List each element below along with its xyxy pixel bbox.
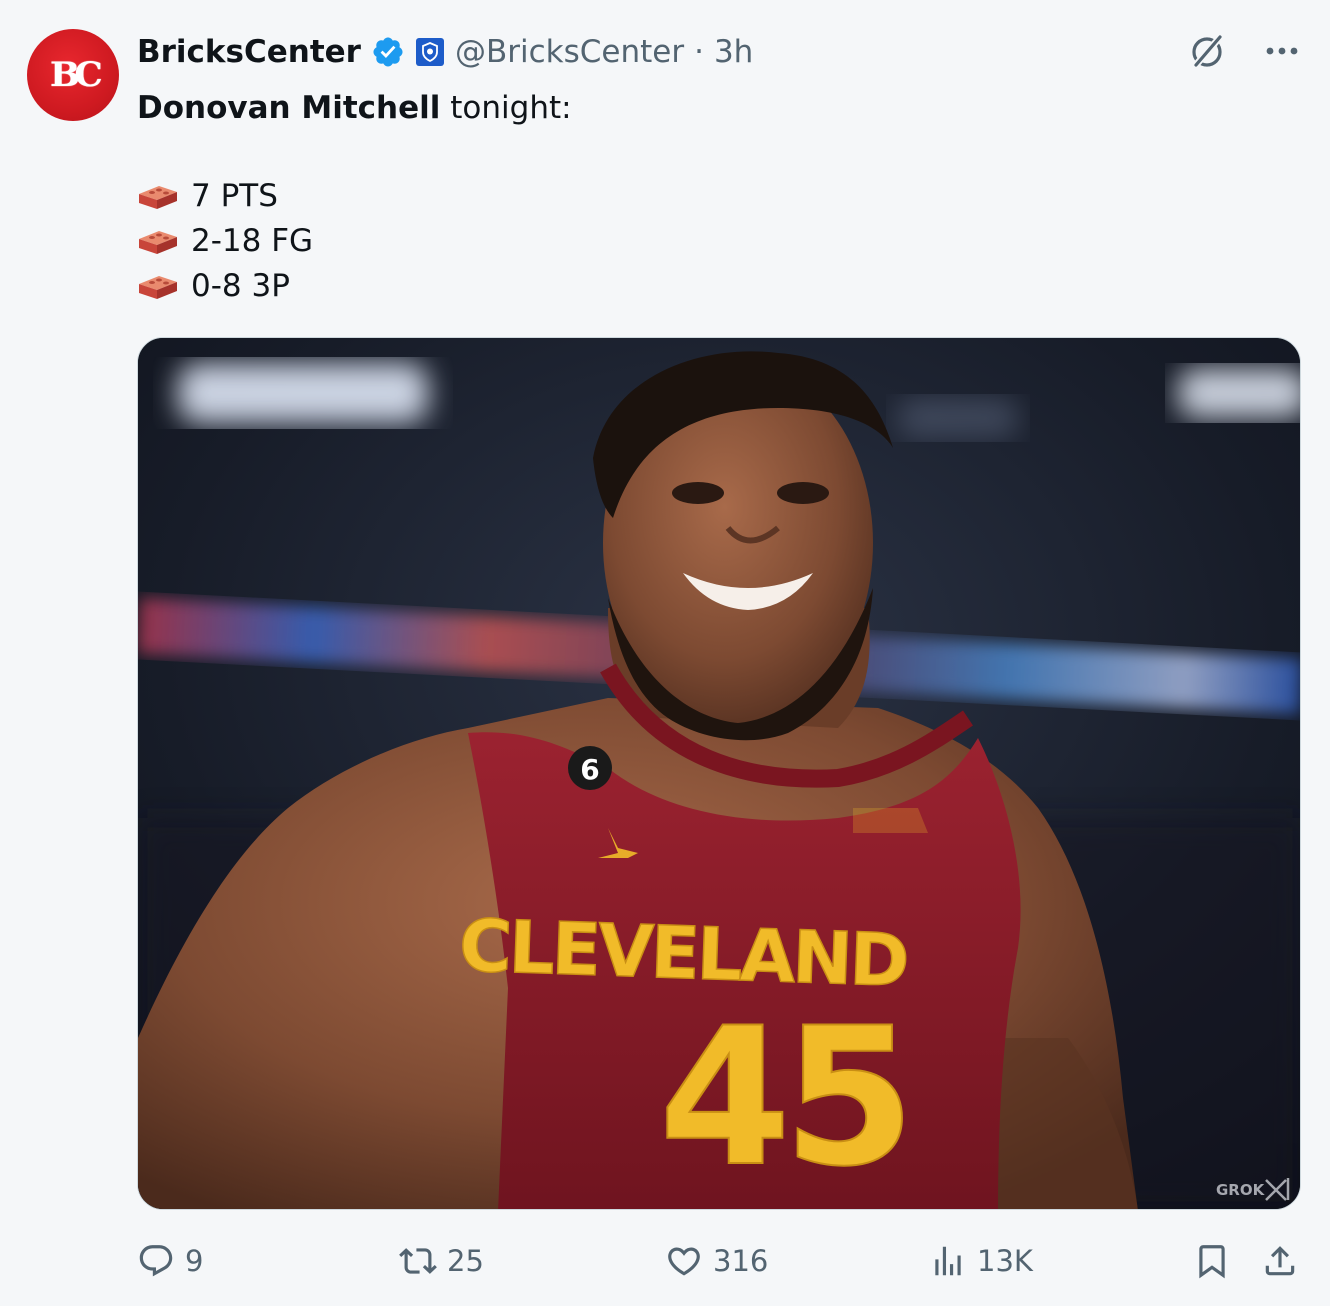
author-handle[interactable]: @BricksCenter [455,34,684,70]
stat-line: 7 PTS [137,174,572,219]
jersey-number-text: 45 [659,987,907,1208]
views-icon [935,1246,961,1276]
reply-icon [139,1245,173,1277]
repost-icon [399,1248,437,1274]
heart-icon [668,1247,700,1276]
stat-line: 0-8 3P [137,264,572,309]
tweet-top-actions [1186,30,1302,72]
avatar-logo: BC [49,55,103,95]
tweet-card[interactable]: BC BricksCenter @BricksCenter · 3h Donov… [0,0,1330,1306]
tweet-lead-line: Donovan Mitchell tonight: [137,86,572,131]
grok-icon[interactable] [1186,30,1228,72]
repost-button[interactable]: 25 [399,1236,484,1286]
display-name[interactable]: BricksCenter [137,34,361,70]
more-button[interactable] [1262,31,1302,71]
media-watermark: GROK [1216,1181,1266,1199]
bookmark-button[interactable] [1193,1236,1231,1286]
views-count: 13K [977,1244,1033,1278]
tweet-text: Donovan Mitchell tonight: 7 PTS 2-18 FG … [137,86,572,309]
tweet-header: BricksCenter @BricksCenter · 3h [137,32,753,72]
stat-field-goals: 2-18 FG [191,222,314,259]
brick-icon [139,186,177,210]
engagement-bar: 9 25 316 13K [137,1236,1301,1286]
player-photo: CLEVELAND 45 6 GROK [138,338,1300,1209]
stat-three-pointers: 0-8 3P [191,267,290,304]
reply-button[interactable]: 9 [137,1236,203,1286]
tweet-lead-suffix: tonight: [440,90,572,126]
jersey-patch-number: 6 [580,753,599,786]
like-button[interactable]: 316 [665,1236,768,1286]
meta-separator: · [694,34,704,70]
avatar[interactable]: BC [27,29,119,121]
brick-icon [139,231,177,255]
tweet-media-image[interactable]: CLEVELAND 45 6 GROK [137,337,1301,1210]
share-icon [1265,1246,1295,1276]
bookmark-icon [1199,1245,1225,1279]
views-button[interactable]: 13K [929,1236,1033,1286]
player-name: Donovan Mitchell [137,90,441,126]
repost-count: 25 [447,1244,484,1278]
like-count: 316 [713,1244,769,1278]
stat-list: 7 PTS 2-18 FG 0-8 3P [137,174,572,309]
brick-icon [139,276,177,300]
reply-count: 9 [185,1244,204,1278]
stat-line: 2-18 FG [137,219,572,264]
stat-points: 7 PTS [191,177,278,214]
share-button[interactable] [1261,1236,1299,1286]
tweet-time[interactable]: 3h [714,34,753,70]
more-icon [1266,47,1298,55]
verified-badge-icon[interactable] [371,35,405,69]
affiliate-shield-icon[interactable] [415,37,445,67]
